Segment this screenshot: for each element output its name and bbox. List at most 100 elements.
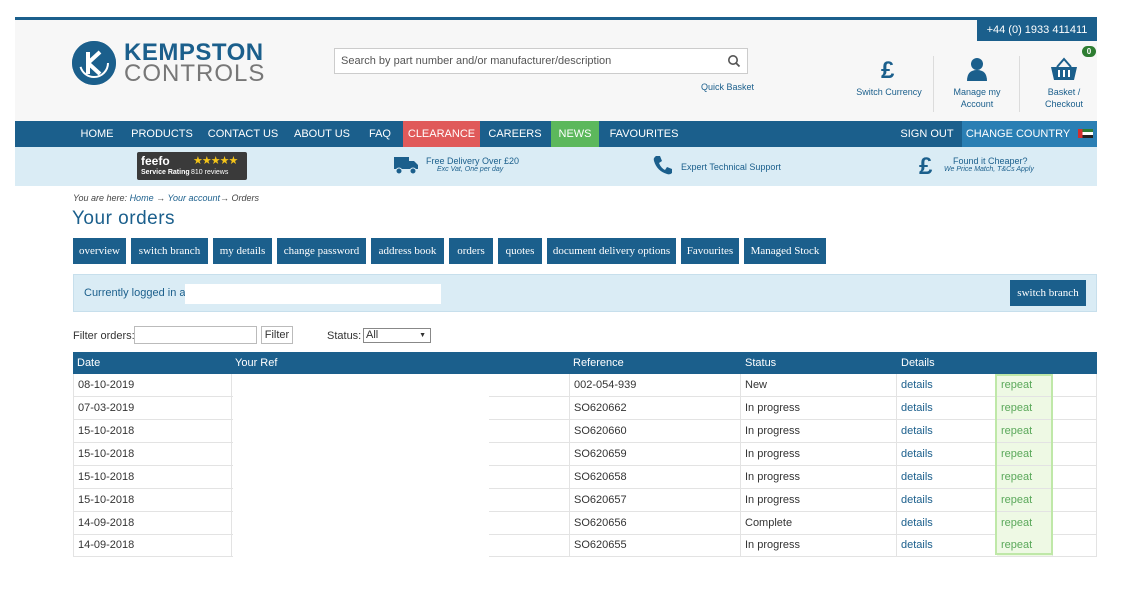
details-link[interactable]: details bbox=[897, 534, 994, 556]
tab-switch-branch[interactable]: switch branch bbox=[131, 238, 208, 264]
quick-basket-link[interactable]: Quick Basket bbox=[701, 82, 754, 92]
order-reference: 002-054-939 bbox=[569, 374, 741, 396]
nav-contact-us[interactable]: CONTACT US bbox=[204, 121, 282, 147]
price-match-sub: We Price Match, T&Cs Apply bbox=[944, 166, 1034, 173]
table-row: 14-09-2018 SO620656 Complete details rep… bbox=[73, 512, 1097, 535]
order-date: 08-10-2019 bbox=[73, 374, 232, 396]
tab-address-book[interactable]: address book bbox=[371, 238, 444, 264]
order-status: In progress bbox=[741, 443, 897, 465]
order-date: 15-10-2018 bbox=[73, 466, 232, 488]
order-date: 07-03-2019 bbox=[73, 397, 232, 419]
nav-sign-out[interactable]: SIGN OUT bbox=[895, 121, 959, 147]
your-ref-cell bbox=[233, 374, 489, 397]
table-row: 08-10-2019 002-054-939 New details repea… bbox=[73, 374, 1097, 397]
breadcrumb-account-link[interactable]: Your account bbox=[167, 193, 220, 203]
order-reference: SO620660 bbox=[569, 420, 741, 442]
user-icon bbox=[942, 56, 1012, 82]
nav-products[interactable]: PRODUCTS bbox=[128, 121, 196, 147]
tab-change-password[interactable]: change password bbox=[277, 238, 366, 264]
order-status: New bbox=[741, 374, 897, 396]
your-ref-cell bbox=[233, 397, 489, 420]
logged-in-label: Currently logged in as bbox=[84, 287, 192, 299]
nav-about-us[interactable]: ABOUT US bbox=[290, 121, 354, 147]
header-divider bbox=[1019, 56, 1020, 112]
details-link[interactable]: details bbox=[897, 466, 994, 488]
technical-support-info[interactable]: Expert Technical Support bbox=[681, 162, 781, 172]
basket-count-badge: 0 bbox=[1082, 46, 1096, 57]
filter-orders-input[interactable] bbox=[134, 326, 257, 344]
kempston-logo-icon bbox=[72, 41, 116, 85]
your-ref-cell bbox=[233, 443, 489, 466]
breadcrumb-separator: → bbox=[219, 193, 229, 203]
price-match-info[interactable]: Found it Cheaper? We Price Match, T&Cs A… bbox=[944, 156, 1034, 173]
details-link[interactable]: details bbox=[897, 420, 994, 442]
your-ref-cell bbox=[233, 534, 489, 557]
order-status: Complete bbox=[741, 512, 897, 534]
free-delivery-info[interactable]: Free Delivery Over £20 Exc Vat, One per … bbox=[426, 156, 519, 173]
table-row: 15-10-2018 SO620659 In progress details … bbox=[73, 443, 1097, 466]
tab-quotes[interactable]: quotes bbox=[498, 238, 542, 264]
tab-overview[interactable]: overview bbox=[73, 238, 126, 264]
feefo-rating-badge[interactable]: feefo ★★★★★ Service Rating 810 reviews bbox=[137, 152, 247, 180]
nav-favourites[interactable]: FAVOURITES bbox=[605, 121, 683, 147]
details-link[interactable]: details bbox=[897, 512, 994, 534]
column-header-your-ref: Your Ref bbox=[235, 357, 278, 369]
nav-change-country[interactable]: CHANGE COUNTRY bbox=[962, 121, 1097, 147]
search-input[interactable]: Search by part number and/or manufacture… bbox=[334, 48, 748, 74]
status-filter-label: Status: bbox=[327, 330, 362, 342]
change-country-label: CHANGE COUNTRY bbox=[965, 128, 1071, 140]
tab-document-delivery-options[interactable]: document delivery options bbox=[547, 238, 676, 264]
tab-managed-stock[interactable]: Managed Stock bbox=[744, 238, 826, 264]
breadcrumb-current: Orders bbox=[231, 193, 260, 203]
uae-flag-icon bbox=[1078, 129, 1094, 138]
order-date: 15-10-2018 bbox=[73, 443, 232, 465]
switch-currency-label: Switch Currency bbox=[856, 87, 922, 97]
feefo-logo: feefo bbox=[141, 154, 170, 168]
order-date: 15-10-2018 bbox=[73, 489, 232, 511]
order-date: 15-10-2018 bbox=[73, 420, 232, 442]
phone-number[interactable]: +44 (0) 1933 411411 bbox=[977, 20, 1097, 41]
logo-line-2: CONTROLS bbox=[124, 60, 266, 87]
repeat-column-highlight bbox=[995, 374, 1053, 555]
nav-clearance[interactable]: CLEARANCE bbox=[403, 121, 480, 147]
manage-account-label-1: Manage my bbox=[953, 87, 1001, 97]
switch-branch-button[interactable]: switch branch bbox=[1010, 280, 1086, 306]
basket-checkout-button[interactable]: Basket / Checkout bbox=[1032, 56, 1096, 110]
order-status: In progress bbox=[741, 466, 897, 488]
order-date: 14-09-2018 bbox=[73, 512, 232, 534]
status-filter-select[interactable]: All ▼ bbox=[363, 328, 431, 343]
details-link[interactable]: details bbox=[897, 443, 994, 465]
order-date: 14-09-2018 bbox=[73, 534, 232, 556]
your-ref-cell bbox=[233, 466, 489, 489]
manage-account-button[interactable]: Manage my Account bbox=[942, 56, 1012, 110]
svg-text:£: £ bbox=[881, 57, 895, 82]
tab-favourites[interactable]: Favourites bbox=[681, 238, 739, 264]
nav-faq[interactable]: FAQ bbox=[362, 121, 398, 147]
tab-my-details[interactable]: my details bbox=[213, 238, 272, 264]
row-border bbox=[1096, 489, 1097, 512]
breadcrumb-home-link[interactable]: Home bbox=[130, 193, 154, 203]
search-icon[interactable] bbox=[727, 53, 741, 77]
filter-button[interactable]: Filter bbox=[261, 326, 293, 344]
site-logo[interactable]: KEMPSTON CONTROLS bbox=[72, 40, 265, 86]
dropdown-arrow-icon: ▼ bbox=[419, 332, 426, 339]
free-delivery-label: Free Delivery Over £20 bbox=[426, 156, 520, 166]
feefo-reviews: 810 reviews bbox=[191, 169, 229, 176]
order-reference: SO620658 bbox=[569, 466, 741, 488]
logged-in-user-field bbox=[185, 284, 441, 304]
tab-orders[interactable]: orders bbox=[449, 238, 493, 264]
details-link[interactable]: details bbox=[897, 397, 994, 419]
row-border bbox=[1096, 512, 1097, 535]
details-link[interactable]: details bbox=[897, 374, 994, 396]
nav-careers[interactable]: CAREERS bbox=[484, 121, 546, 147]
details-link[interactable]: details bbox=[897, 489, 994, 511]
switch-currency-button[interactable]: £ Switch Currency bbox=[853, 56, 925, 98]
column-header-details: Details bbox=[901, 357, 935, 369]
table-row: 07-03-2019 SO620662 In progress details … bbox=[73, 397, 1097, 420]
row-border bbox=[1096, 443, 1097, 466]
free-delivery-sub: Exc Vat, One per day bbox=[437, 166, 504, 173]
nav-news[interactable]: NEWS bbox=[551, 121, 599, 147]
nav-home[interactable]: HOME bbox=[73, 121, 121, 147]
order-status: In progress bbox=[741, 534, 897, 556]
column-header-reference: Reference bbox=[573, 357, 624, 369]
